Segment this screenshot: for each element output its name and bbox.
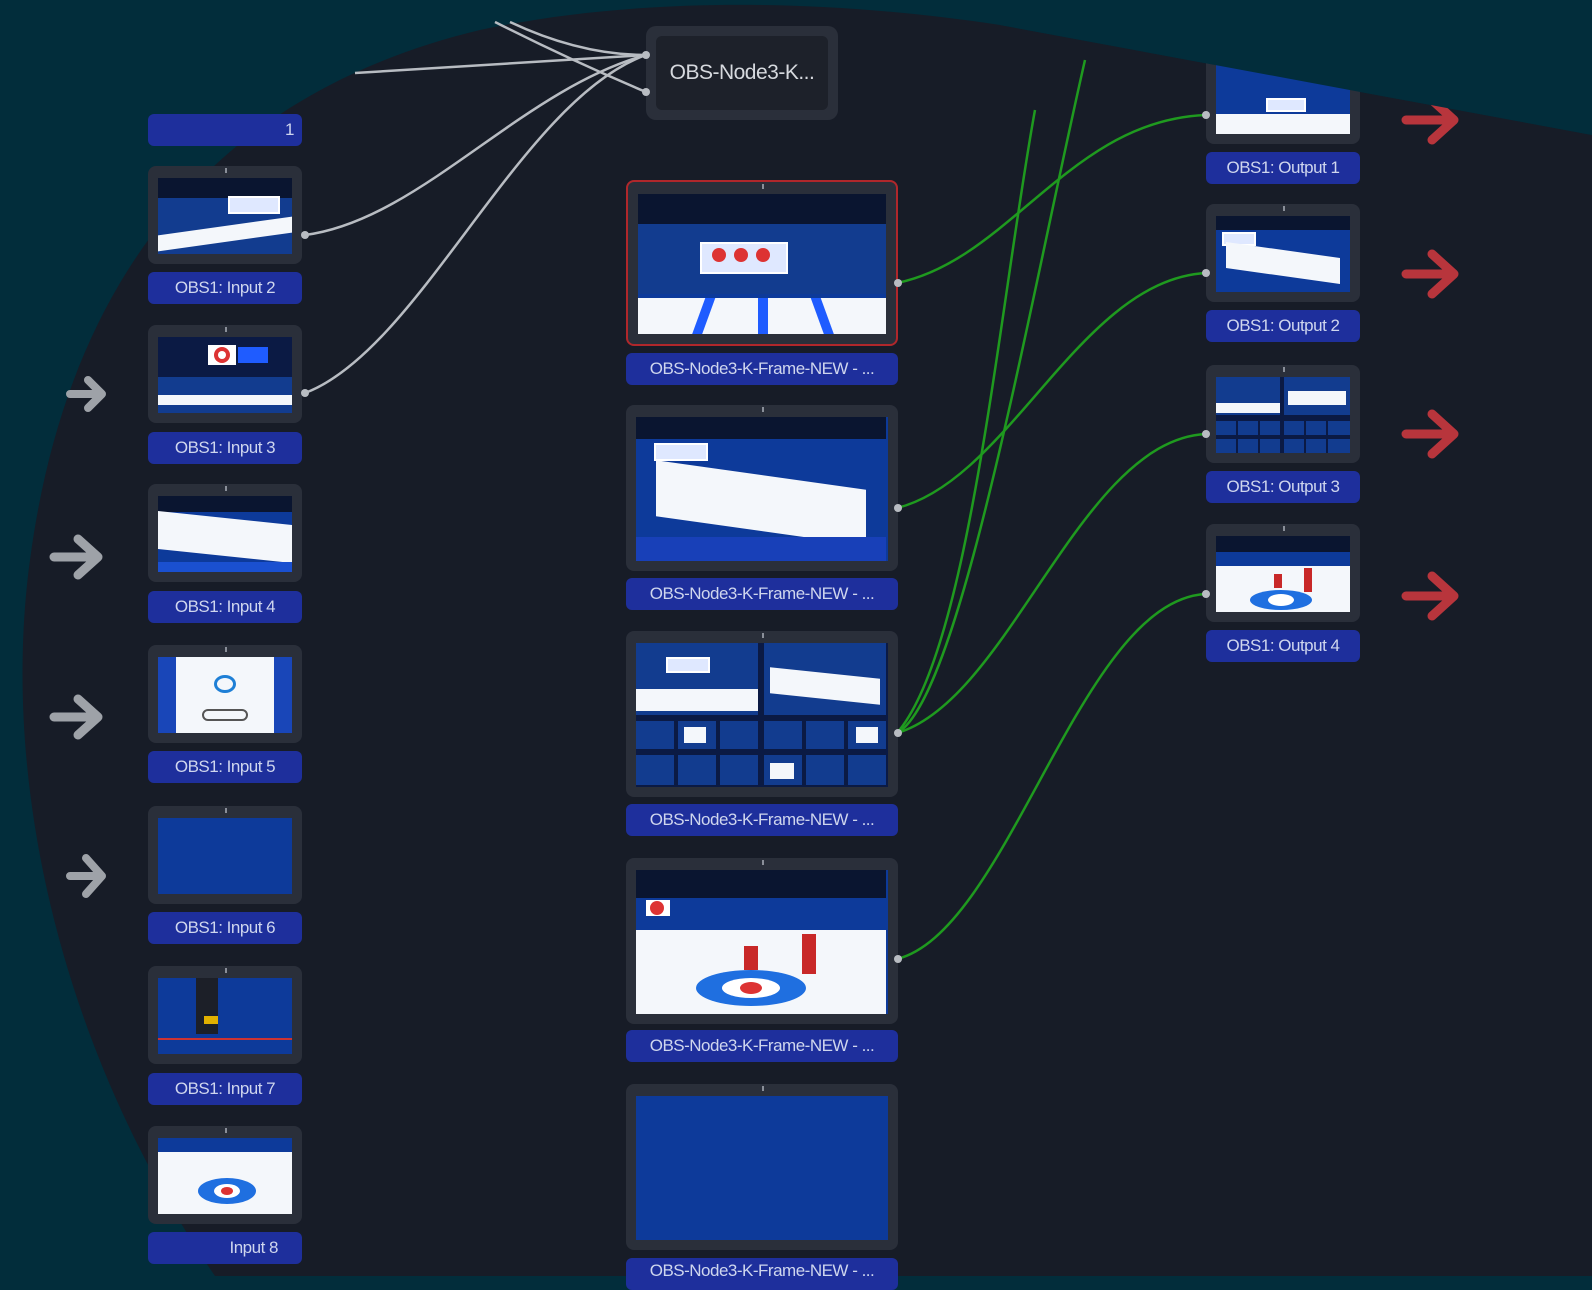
record-node-label: OBS-Node3-K...: [656, 36, 828, 110]
frame-4-port[interactable]: [894, 955, 902, 963]
node-graph-canvas[interactable]: OBS-Node3-K... 1 OBS1: Input 2 OBS1: Inp…: [0, 0, 1592, 1290]
frame-2-port[interactable]: [894, 504, 902, 512]
output-3-thumbnail[interactable]: [1206, 365, 1360, 463]
input-6-label[interactable]: OBS1: Input 6: [148, 912, 302, 944]
frame-3-port[interactable]: [894, 729, 902, 737]
input-8-thumbnail[interactable]: [148, 1126, 302, 1224]
input-1-label[interactable]: 1: [148, 114, 302, 146]
arrow-right-icon: [1401, 409, 1459, 459]
input-7-label[interactable]: OBS1: Input 7: [148, 1073, 302, 1105]
record-node-port-1[interactable]: [642, 51, 650, 59]
arrow-right-icon: [49, 694, 103, 740]
frame-3-label[interactable]: OBS-Node3-K-Frame-NEW - ...: [626, 804, 898, 836]
input-4-label[interactable]: OBS1: Input 4: [148, 591, 302, 623]
input-4-thumbnail[interactable]: [148, 484, 302, 582]
input-8-label[interactable]: Input 8: [148, 1232, 302, 1264]
frame-3-thumbnail[interactable]: [626, 631, 898, 797]
output-1-label[interactable]: OBS1: Output 1: [1206, 152, 1360, 184]
frame-2-label[interactable]: OBS-Node3-K-Frame-NEW - ...: [626, 578, 898, 610]
record-node-port-2[interactable]: [642, 88, 650, 96]
input-7-thumbnail[interactable]: [148, 966, 302, 1064]
input-3-thumbnail[interactable]: [148, 325, 302, 423]
output-3-port[interactable]: [1202, 430, 1210, 438]
input-6-thumbnail[interactable]: [148, 806, 302, 904]
frame-5-label[interactable]: OBS-Node3-K-Frame-NEW - ...: [626, 1258, 898, 1290]
input-2-port[interactable]: [301, 231, 309, 239]
output-2-label[interactable]: OBS1: Output 2: [1206, 310, 1360, 342]
input-3-label[interactable]: OBS1: Input 3: [148, 432, 302, 464]
arrow-right-icon: [66, 854, 106, 898]
input-5-thumbnail[interactable]: [148, 645, 302, 743]
record-node[interactable]: OBS-Node3-K...: [646, 26, 838, 120]
input-3-port[interactable]: [301, 389, 309, 397]
input-5-label[interactable]: OBS1: Input 5: [148, 751, 302, 783]
arrow-right-icon: [1401, 249, 1459, 299]
frame-1-port[interactable]: [894, 279, 902, 287]
input-2-label[interactable]: OBS1: Input 2: [148, 272, 302, 304]
output-4-thumbnail[interactable]: [1206, 524, 1360, 622]
input-2-thumbnail[interactable]: [148, 166, 302, 264]
output-2-port[interactable]: [1202, 269, 1210, 277]
arrow-right-icon: [1401, 571, 1459, 621]
frame-1-label[interactable]: OBS-Node3-K-Frame-NEW - ...: [626, 353, 898, 385]
output-3-label[interactable]: OBS1: Output 3: [1206, 471, 1360, 503]
arrow-right-icon: [49, 534, 103, 580]
output-1-thumbnail[interactable]: [1206, 46, 1360, 144]
frame-4-thumbnail[interactable]: [626, 858, 898, 1024]
output-4-label[interactable]: OBS1: Output 4: [1206, 630, 1360, 662]
frame-4-label[interactable]: OBS-Node3-K-Frame-NEW - ...: [626, 1030, 898, 1062]
output-4-port[interactable]: [1202, 590, 1210, 598]
arrow-right-icon: [66, 376, 106, 412]
output-1-port[interactable]: [1202, 111, 1210, 119]
frame-1-thumbnail[interactable]: [626, 180, 898, 346]
frame-2-thumbnail[interactable]: [626, 405, 898, 571]
frame-5-thumbnail[interactable]: [626, 1084, 898, 1250]
arrow-right-icon: [1401, 95, 1459, 145]
output-2-thumbnail[interactable]: [1206, 204, 1360, 302]
